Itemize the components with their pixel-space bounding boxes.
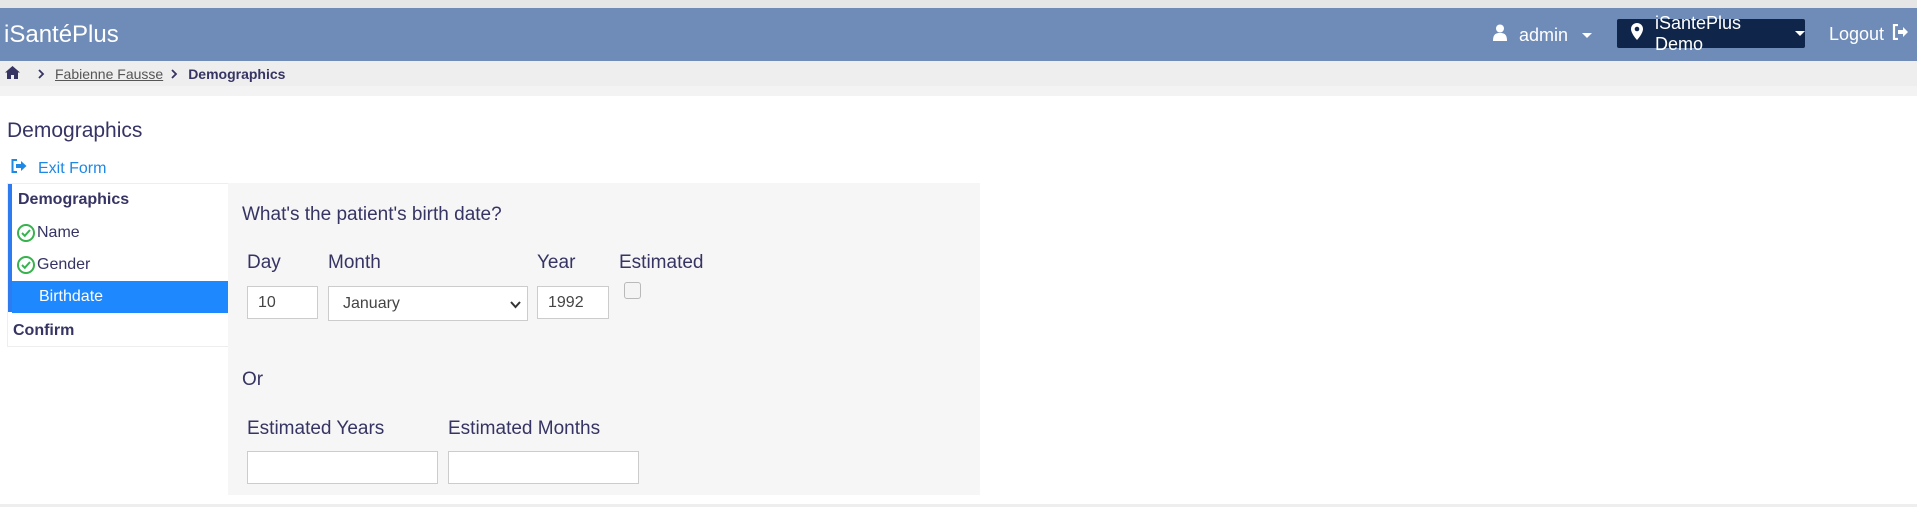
brand-logo[interactable]: iSantéPlus [4,21,119,49]
caret-down-icon [1582,32,1593,38]
exit-icon [11,159,28,178]
check-circle-icon [17,224,35,242]
nav-item-birthdate[interactable]: Birthdate [12,281,228,313]
location-selector[interactable]: iSantePlus Demo [1617,13,1805,54]
estimated-years-label: Estimated Years [247,418,385,439]
map-marker-icon [1631,22,1643,45]
logout-label: Logout [1829,24,1885,44]
form-navigation: Demographics Name Gender Birthdate Confi… [7,183,229,347]
nav-section-confirm[interactable]: Confirm [13,322,213,340]
nav-item-label: Name [37,224,80,241]
chevron-down-icon [510,296,521,314]
chevron-right-icon [171,66,178,82]
nav-section-demographics[interactable]: Demographics [18,191,218,209]
logout-button[interactable]: Logout [1829,23,1909,45]
chevron-right-icon [38,66,45,82]
estimated-months-label: Estimated Months [448,418,601,439]
breadcrumb: Fabienne Fausse Demographics [0,61,1917,86]
exit-form-label: Exit Form [38,159,107,177]
nav-item-gender[interactable]: Gender [12,249,228,281]
user-menu[interactable]: admin [1493,24,1593,46]
estimated-label: Estimated [619,252,704,273]
breadcrumb-patient-link[interactable]: Fabienne Fausse [55,66,163,82]
question-text: What's the patient's birth date? [242,204,502,225]
form-panel [228,183,980,495]
estimated-months-input[interactable] [448,451,639,484]
estimated-checkbox[interactable] [624,282,641,299]
or-label: Or [242,369,264,390]
nav-item-name[interactable]: Name [12,217,228,249]
year-label: Year [537,252,576,273]
home-icon[interactable] [5,65,20,82]
breadcrumb-divider [0,86,1917,96]
caret-down-icon [1795,31,1805,36]
user-label: admin [1519,24,1569,45]
breadcrumb-current: Demographics [188,65,286,82]
estimated-years-input[interactable] [247,451,438,484]
exit-form-link[interactable]: Exit Form [11,159,106,178]
location-label: iSantePlus Demo [1655,12,1742,54]
user-icon [1493,24,1507,46]
month-select[interactable]: January [328,286,528,321]
month-select-value: January [343,294,400,312]
year-input[interactable] [537,286,609,319]
day-label: Day [247,252,281,273]
page-title: Demographics [7,119,143,142]
logout-icon [1892,23,1909,45]
day-input[interactable] [247,286,318,319]
nav-item-label: Gender [37,256,91,273]
app-header: iSantéPlus admin iSantePlus Demo Logout [0,8,1917,61]
nav-item-label: Birthdate [39,288,104,305]
check-circle-icon [17,256,35,274]
top-strip [0,0,1917,8]
month-label: Month [328,252,381,273]
